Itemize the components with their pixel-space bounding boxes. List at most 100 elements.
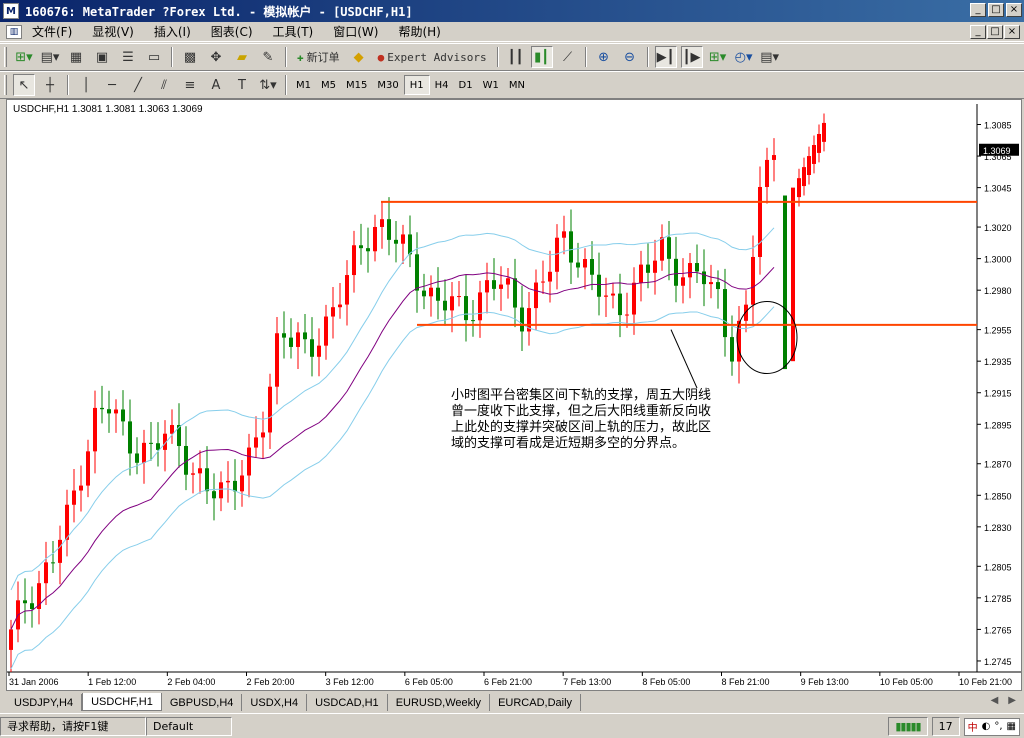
templates-icon[interactable]: ▤▾ <box>759 46 781 68</box>
minimize-button[interactable]: _ <box>970 3 986 17</box>
timeframe-w1[interactable]: W1 <box>478 75 504 95</box>
line-chart-icon[interactable]: ⟋ <box>557 46 579 68</box>
chart-shift-icon[interactable]: ┃▶ <box>680 46 703 68</box>
maximize-button[interactable]: □ <box>988 3 1004 17</box>
mdi-close-button[interactable]: × <box>1004 25 1020 39</box>
price-tick-label: 1.2765 <box>984 625 1012 635</box>
tab-usdx-h4[interactable]: USDX,H4 <box>242 694 308 711</box>
candle-body <box>394 239 398 244</box>
candle-body <box>121 409 125 422</box>
trendline-icon[interactable]: ╱ <box>127 74 149 96</box>
bar-chart-icon[interactable]: ┃┃ <box>505 46 527 68</box>
candle-body <box>709 282 713 285</box>
time-tick-label: 2 Feb 20:00 <box>247 677 295 687</box>
arrows-icon[interactable]: ⇅▾ <box>257 74 279 96</box>
menu-help[interactable]: 帮助(H) <box>388 23 450 40</box>
folder-icon[interactable]: ▰ <box>231 46 253 68</box>
indicators-icon[interactable]: ⊞▾ <box>707 46 729 68</box>
text-icon[interactable]: A <box>205 74 227 96</box>
timeframe-mn[interactable]: MN <box>504 75 530 95</box>
tab-eurcad-daily[interactable]: EURCAD,Daily <box>490 694 582 711</box>
tab-scroll-right-icon[interactable]: ▶ <box>1008 695 1016 706</box>
mdi-minimize-button[interactable]: _ <box>970 25 986 39</box>
zoom-out-icon[interactable]: ⊖ <box>619 46 641 68</box>
timeframe-h4[interactable]: H4 <box>430 75 454 95</box>
timeframe-m15[interactable]: M15 <box>341 75 372 95</box>
new-chart-icon[interactable]: ⊞▾ <box>13 46 35 68</box>
chart-area[interactable]: 1.3085 1.3065 1.3045 1.3020 1.3000 1.2980 1.29… <box>6 99 1022 691</box>
tab-eurusd-weekly[interactable]: EURUSD,Weekly <box>388 694 491 711</box>
price-tick-label: 1.2980 <box>984 286 1012 296</box>
ime-chinese-icon[interactable]: 中 <box>968 719 978 734</box>
price-tick-label: 1.2895 <box>984 420 1012 430</box>
horizontal-line-icon[interactable]: ─ <box>101 74 123 96</box>
candle-body <box>331 307 335 317</box>
ime-moon-icon[interactable]: ◐ <box>982 721 991 732</box>
candle-body <box>478 292 482 321</box>
metaeditor-icon[interactable]: ✎ <box>257 46 279 68</box>
cursor-icon[interactable]: ↖ <box>13 74 35 96</box>
alert-icon[interactable]: ◆ <box>348 46 370 68</box>
timeframe-m5[interactable]: M5 <box>316 75 341 95</box>
menu-tools[interactable]: 工具(T) <box>263 23 324 40</box>
menu-file[interactable]: 文件(F) <box>22 23 82 40</box>
new-order-button[interactable]: ✚ 新订单 <box>293 46 344 68</box>
candle-body <box>450 296 454 311</box>
timeframe-m1[interactable]: M1 <box>291 75 316 95</box>
fibonacci-icon[interactable]: ≡ <box>179 74 201 96</box>
candle-body <box>72 490 76 505</box>
terminal-icon[interactable]: ▭ <box>143 46 165 68</box>
price-tick-label: 1.2915 <box>984 389 1012 399</box>
metatrader-icon[interactable]: M <box>3 3 19 19</box>
candle-body <box>359 245 363 249</box>
equidistant-channel-icon[interactable]: ⫽ <box>153 74 175 96</box>
periods-icon[interactable]: ◴▾ <box>733 46 755 68</box>
vertical-line-icon[interactable]: │ <box>75 74 97 96</box>
menu-insert[interactable]: 插入(I) <box>144 23 201 40</box>
candle-body <box>156 443 160 450</box>
candle-body <box>555 237 559 272</box>
candle-body <box>723 289 727 338</box>
timeframe-d1[interactable]: D1 <box>454 75 478 95</box>
profiles-icon[interactable]: ▤▾ <box>39 46 61 68</box>
expert-advisors-button[interactable]: ● Expert Advisors <box>374 46 491 68</box>
tab-usdjpy-h4[interactable]: USDJPY,H4 <box>6 694 83 711</box>
annotation-text-box[interactable]: 小时图平台密集区间下轨的支撑，周五大阴线 曾一度收下此支撑，但之后大阳线重新反向… <box>451 388 776 508</box>
candlestick-chart-icon[interactable]: ▮┃ <box>530 46 553 68</box>
zoom-in-icon[interactable]: ⊕ <box>593 46 615 68</box>
candle-body <box>93 407 97 452</box>
crosshair-icon[interactable]: ┼ <box>39 74 61 96</box>
menu-view[interactable]: 显视(V) <box>82 23 144 40</box>
auto-scroll-icon[interactable]: ▶┃ <box>654 46 677 68</box>
crosshair-move-icon[interactable]: ✥ <box>205 46 227 68</box>
toolbar-grip[interactable] <box>4 47 7 67</box>
ime-keyboard-icon[interactable]: ▦ <box>1007 721 1016 732</box>
tab-scroll-left-icon[interactable]: ◀ <box>991 695 999 706</box>
chart-window-icon[interactable]: ▥ <box>6 24 22 39</box>
tab-usdcad-h1[interactable]: USDCAD,H1 <box>307 694 388 711</box>
timeframe-m30[interactable]: M30 <box>372 75 403 95</box>
tab-usdchf-h1[interactable]: USDCHF,H1 <box>82 693 162 711</box>
navigator-icon[interactable]: ☰ <box>117 46 139 68</box>
tab-gbpusd-h4[interactable]: GBPUSD,H4 <box>162 694 243 711</box>
menu-charts[interactable]: 图表(C) <box>201 23 263 40</box>
label-icon[interactable]: T <box>231 74 253 96</box>
toolbar-grip[interactable] <box>4 75 7 95</box>
ime-punct-icon[interactable]: °, <box>994 721 1002 732</box>
candle-body <box>485 280 489 293</box>
mdi-restore-button[interactable]: □ <box>987 25 1003 39</box>
menu-window[interactable]: 窗口(W) <box>323 23 388 40</box>
toolbar-separator <box>285 47 287 67</box>
candle-body <box>443 300 447 311</box>
candle-body <box>716 282 720 290</box>
ime-toolbar[interactable]: 中 ◐ °, ▦ <box>963 717 1020 736</box>
highlight-ellipse <box>736 301 798 375</box>
candle-body <box>604 295 608 297</box>
data-window-icon[interactable]: ▣ <box>91 46 113 68</box>
strategy-tester-icon[interactable]: ▩ <box>179 46 201 68</box>
timeframe-h1[interactable]: H1 <box>403 75 430 95</box>
new-order-icon: ✚ <box>297 50 304 64</box>
market-watch-icon[interactable]: ▦ <box>65 46 87 68</box>
close-button[interactable]: × <box>1006 3 1022 17</box>
candle-body <box>639 264 643 283</box>
